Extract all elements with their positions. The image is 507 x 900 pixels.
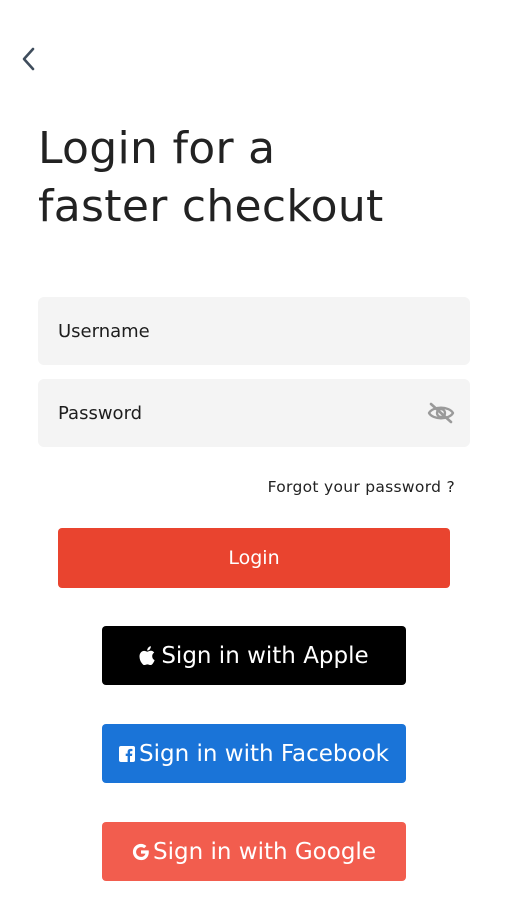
password-input[interactable] [56, 401, 426, 425]
sign-in-google-button[interactable]: Sign in with Google [102, 822, 406, 881]
username-field[interactable] [38, 297, 470, 365]
sign-in-apple-label: Sign in with Apple [161, 642, 369, 669]
eye-off-icon [427, 402, 455, 424]
sign-in-facebook-button[interactable]: Sign in with Facebook [102, 724, 406, 783]
sign-in-facebook-label: Sign in with Facebook [139, 740, 389, 767]
chevron-left-icon [22, 47, 35, 71]
facebook-icon [119, 745, 136, 762]
sign-in-google-label: Sign in with Google [153, 838, 376, 865]
apple-icon [139, 646, 155, 665]
username-input[interactable] [56, 319, 452, 343]
back-button[interactable] [16, 44, 42, 74]
forgot-password-link[interactable]: Forgot your password ? [268, 478, 455, 496]
page-title-line1: Login for a [38, 123, 276, 174]
password-visibility-toggle[interactable] [426, 401, 456, 425]
page-title-line2: faster checkout [38, 181, 384, 232]
login-button-label: Login [228, 547, 280, 569]
page-title: Login for a faster checkout [38, 120, 384, 236]
password-field[interactable] [38, 379, 470, 447]
sign-in-apple-button[interactable]: Sign in with Apple [102, 626, 406, 685]
google-icon [132, 843, 150, 861]
login-button[interactable]: Login [58, 528, 450, 588]
